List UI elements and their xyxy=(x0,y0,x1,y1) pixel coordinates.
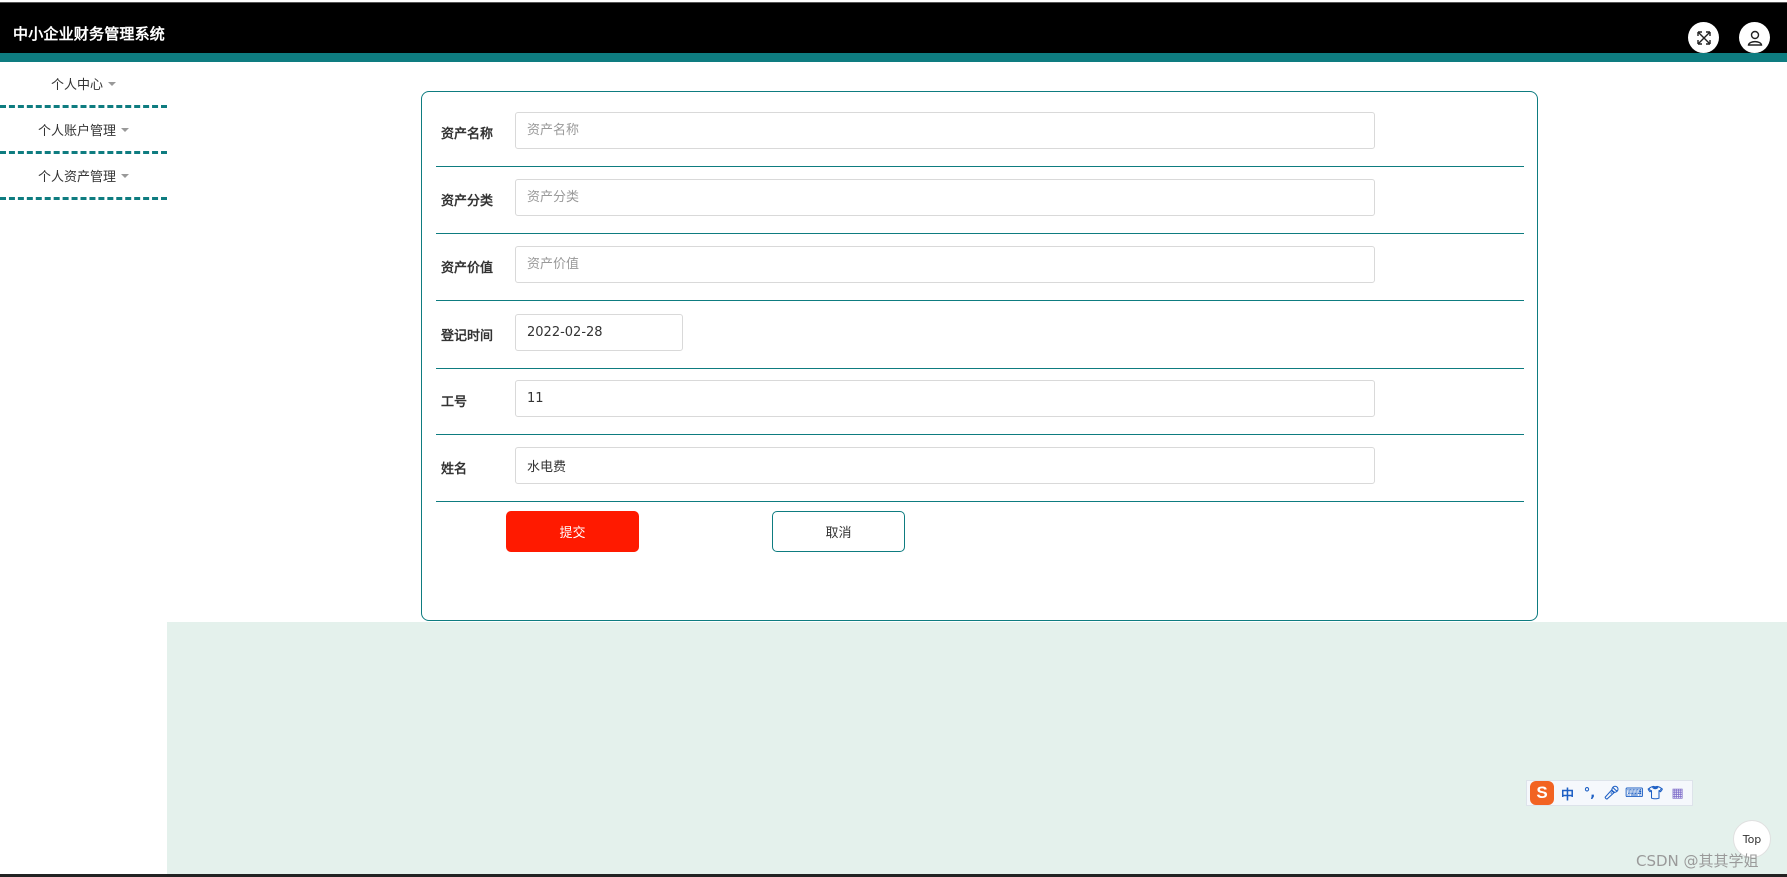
form-row-asset-category: 资产分类 xyxy=(436,167,1524,234)
caret-down-icon xyxy=(121,127,129,132)
form-row-register-date: 登记时间 xyxy=(436,301,1524,369)
employee-id-label: 工号 xyxy=(441,395,468,410)
ime-language-toggle[interactable]: 中 xyxy=(1559,784,1576,803)
asset-category-input[interactable] xyxy=(515,179,1375,216)
watermark: CSDN @其其学姐 xyxy=(1636,852,1759,870)
content-background xyxy=(167,622,1787,877)
fullscreen-button[interactable] xyxy=(1688,22,1719,53)
asset-value-label: 资产价值 xyxy=(441,261,494,276)
name-label: 姓名 xyxy=(441,462,468,477)
user-icon xyxy=(1747,30,1762,46)
caret-down-icon xyxy=(121,173,129,178)
grid-icon[interactable]: ▦ xyxy=(1669,786,1686,801)
ime-toolbar: S 中 °, 🎤︎ ⌨ 👕︎ ▦ xyxy=(1526,780,1693,806)
sidebar-item-account-management[interactable]: 个人账户管理 xyxy=(0,108,167,154)
name-input[interactable] xyxy=(515,447,1375,484)
sidebar-item-asset-management[interactable]: 个人资产管理 xyxy=(0,154,167,200)
shirt-icon[interactable]: 👕︎ xyxy=(1647,786,1664,801)
sidebar-item-label: 个人中心 xyxy=(50,78,103,93)
register-date-input[interactable] xyxy=(515,314,683,351)
form-row-employee-id: 工号 xyxy=(436,369,1524,435)
register-date-label: 登记时间 xyxy=(441,329,494,344)
asset-name-label: 资产名称 xyxy=(441,127,494,142)
ime-logo-icon[interactable]: S xyxy=(1530,781,1554,805)
ime-punctuation-toggle[interactable]: °, xyxy=(1581,786,1598,801)
sidebar: 个人中心 个人账户管理 个人资产管理 xyxy=(0,62,167,200)
asset-form-card: 资产名称 资产分类 资产价值 登记时间 工号 姓名 提交 取消 xyxy=(421,91,1538,621)
form-row-name: 姓名 xyxy=(436,435,1524,502)
microphone-icon[interactable]: 🎤︎ xyxy=(1603,786,1620,801)
asset-value-input[interactable] xyxy=(515,246,1375,283)
employee-id-input[interactable] xyxy=(515,380,1375,417)
asset-name-input[interactable] xyxy=(515,112,1375,149)
app-title: 中小企业财务管理系统 xyxy=(13,25,166,43)
caret-down-icon xyxy=(108,81,116,86)
keyboard-icon[interactable]: ⌨ xyxy=(1625,786,1644,801)
sidebar-item-label: 个人资产管理 xyxy=(37,170,116,185)
cancel-button[interactable]: 取消 xyxy=(772,511,905,552)
user-button[interactable] xyxy=(1739,22,1770,53)
form-row-asset-value: 资产价值 xyxy=(436,234,1524,301)
fullscreen-icon xyxy=(1696,30,1711,45)
sidebar-item-personal-center[interactable]: 个人中心 xyxy=(0,62,167,108)
form-row-asset-name: 资产名称 xyxy=(436,92,1524,167)
submit-button[interactable]: 提交 xyxy=(506,511,639,552)
asset-category-label: 资产分类 xyxy=(441,194,494,209)
header-accent-bar xyxy=(0,53,1787,62)
sidebar-item-label: 个人账户管理 xyxy=(37,124,116,139)
app-header: 中小企业财务管理系统 xyxy=(0,3,1787,53)
